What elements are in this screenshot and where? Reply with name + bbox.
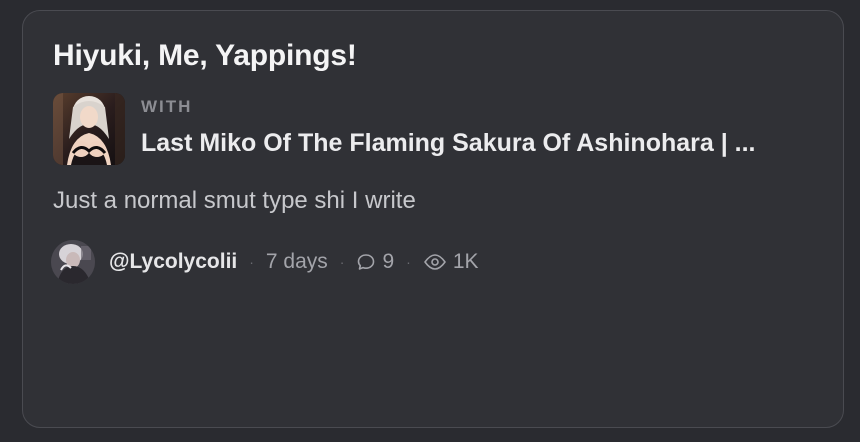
separator-dot: · — [249, 254, 254, 270]
comment-bubble-icon — [358, 254, 375, 270]
character-name-link[interactable]: Last Miko Of The Flaming Sakura Of Ashin… — [141, 129, 825, 158]
character-row[interactable]: WITH Last Miko Of The Flaming Sakura Of … — [53, 93, 823, 167]
story-card[interactable]: Hiyuki, Me, Yappings! WITH Last Miko Of … — [22, 10, 844, 428]
with-label: WITH — [141, 97, 193, 116]
post-age: 7 days — [265, 250, 328, 273]
story-title[interactable]: Hiyuki, Me, Yappings! — [53, 39, 357, 73]
eye-icon — [424, 254, 446, 270]
separator-dot: · — [406, 254, 411, 270]
views-stat: 1K — [423, 250, 479, 274]
user-avatar[interactable] — [51, 240, 95, 284]
author-username-link[interactable]: @Lycolycolii — [109, 250, 237, 274]
comments-stat[interactable]: 9 — [356, 250, 394, 274]
views-count: 1K — [452, 250, 479, 273]
meta-row: @Lycolycolii · 7 days · 9 · 1K — [51, 239, 479, 285]
separator-dot: · — [339, 254, 345, 270]
character-avatar — [53, 93, 125, 165]
story-description: Just a normal smut type shi I write — [53, 187, 416, 214]
comments-count: 9 — [382, 250, 395, 273]
